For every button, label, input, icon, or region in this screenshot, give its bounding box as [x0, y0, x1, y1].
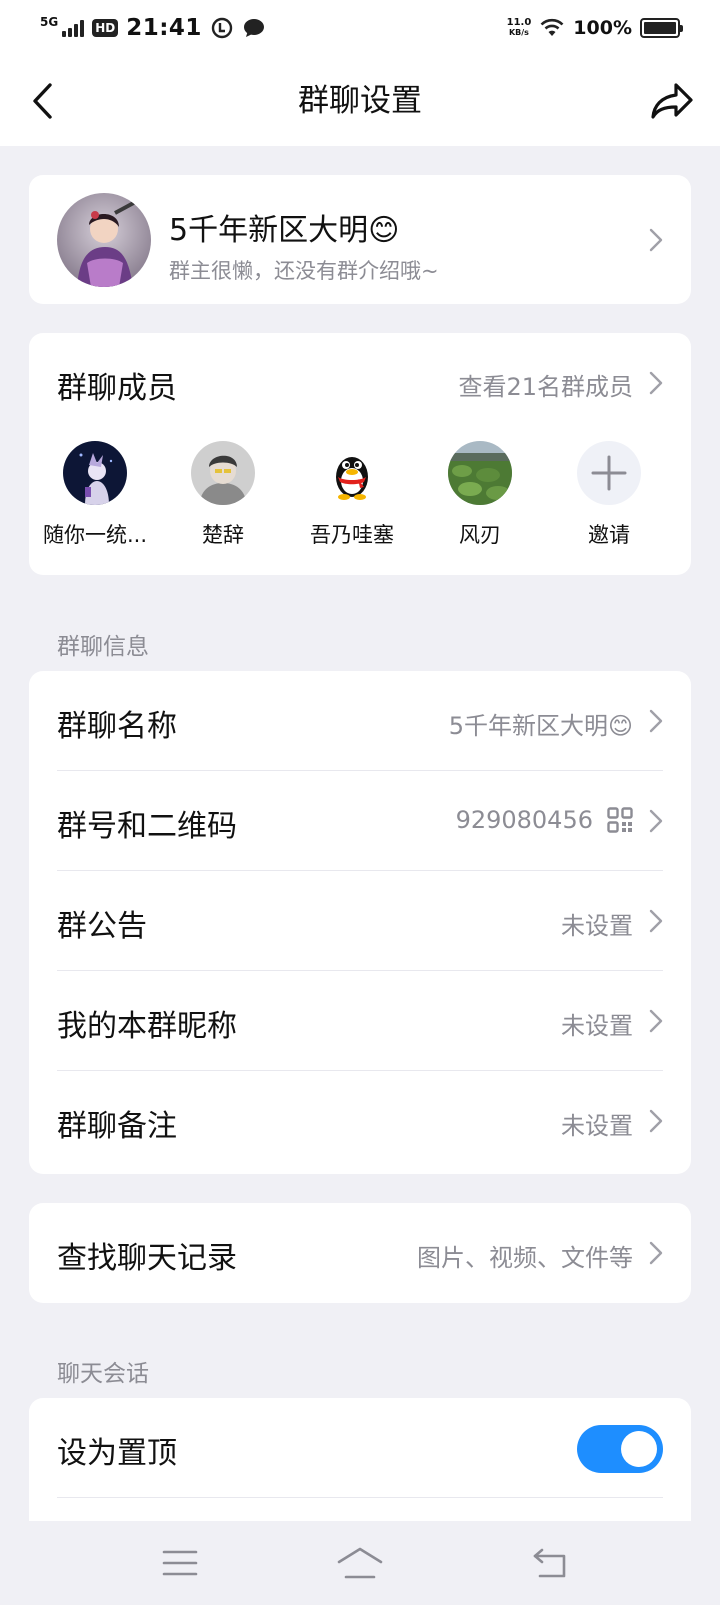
group-avatar-image: [57, 193, 151, 287]
invite-member-button[interactable]: 邀请: [545, 441, 673, 549]
status-right: 11.0 KB/s 100%: [507, 12, 683, 44]
member-avatar-image: [63, 441, 127, 505]
row-value: 图片、视频、文件等: [417, 1244, 633, 1272]
row-value: 未设置: [561, 1112, 633, 1140]
row-label: 群公告: [57, 909, 147, 944]
nav-bar: 群聊设置: [0, 56, 720, 146]
group-name: 5千年新区大明😊: [169, 213, 400, 248]
network-type: 5G: [40, 15, 59, 29]
row-label: 查找聊天记录: [57, 1241, 237, 1276]
menu-button[interactable]: [156, 1539, 204, 1587]
group-avatar: [57, 193, 151, 287]
row-group-name[interactable]: 群聊名称 5千年新区大明😊: [29, 671, 691, 771]
qr-code-icon: [607, 807, 633, 833]
row-announcement[interactable]: 群公告 未设置: [29, 871, 691, 971]
row-label: 我的本群昵称: [57, 1009, 237, 1044]
speed-unit: KB/s: [508, 28, 529, 37]
chevron-right-icon: [649, 909, 663, 933]
group-description: 群主很懒，还没有群介绍哦~: [169, 259, 439, 283]
row-pin-to-top: 设为置顶: [29, 1398, 691, 1498]
member-name: 随你一统...: [42, 523, 148, 547]
speed-value: 11.0: [506, 17, 532, 28]
share-button[interactable]: [646, 76, 698, 126]
row-group-remark[interactable]: 群聊备注 未设置: [29, 1071, 691, 1171]
home-button[interactable]: [336, 1539, 384, 1587]
member-name: 吾乃哇塞: [310, 523, 394, 547]
member-name: 楚辞: [202, 523, 244, 547]
menu-icon: [162, 1550, 198, 1576]
battery-fill: [644, 22, 676, 34]
signal-icon: [62, 19, 85, 37]
chevron-right-icon: [649, 1109, 663, 1133]
plus-icon: [591, 455, 627, 491]
chevron-right-icon: [649, 809, 663, 833]
shield-notification-icon: [211, 17, 233, 39]
row-label: 群聊名称: [57, 709, 177, 744]
member-item[interactable]: 楚辞: [159, 441, 287, 549]
chevron-right-icon: [649, 1009, 663, 1033]
status-left: 5G HD 21:41: [40, 12, 266, 44]
chevron-right-icon: [649, 1241, 663, 1265]
penguin-icon: [336, 457, 368, 500]
member-item[interactable]: 吾乃哇塞: [288, 441, 416, 549]
row-value: 5千年新区大明😊: [448, 712, 633, 740]
invite-circle: [577, 441, 641, 505]
row-my-nickname[interactable]: 我的本群昵称 未设置: [29, 971, 691, 1071]
network-speed: 11.0 KB/s: [507, 18, 532, 38]
battery-icon: [640, 18, 683, 38]
chevron-right-icon[interactable]: [649, 371, 663, 395]
return-icon: [533, 1548, 566, 1578]
member-avatar: [63, 441, 127, 505]
member-item[interactable]: 随你一统...: [31, 441, 159, 549]
group-info-card: 群聊名称 5千年新区大明😊 群号和二维码 929080456 群公告 未设置 我…: [29, 671, 691, 1174]
member-avatar-image: [448, 441, 512, 505]
row-label: 设为置顶: [57, 1436, 177, 1471]
row-label: 群聊备注: [57, 1109, 177, 1144]
battery-percent: 100%: [573, 17, 632, 39]
search-chat-history-row[interactable]: 查找聊天记录 图片、视频、文件等: [29, 1203, 691, 1303]
member-name: 风刃: [459, 523, 501, 547]
row-value: 未设置: [561, 1012, 633, 1040]
hd-icon: HD: [92, 19, 119, 37]
home-icon: [337, 1547, 383, 1579]
row-value: 929080456: [455, 806, 593, 834]
return-button[interactable]: [526, 1539, 574, 1587]
view-all-members-link[interactable]: 查看21名群成员: [458, 367, 633, 402]
clock: 21:41: [126, 15, 202, 41]
section-label-chat-session: 聊天会话: [57, 1361, 149, 1387]
system-nav-bar: [0, 1521, 720, 1605]
status-bar: 5G HD 21:41 11.0 KB/s 100%: [0, 0, 720, 56]
page-title: 群聊设置: [298, 83, 422, 119]
group-profile-card[interactable]: 5千年新区大明😊 群主很懒，还没有群介绍哦~: [29, 175, 691, 304]
toggle-knob: [621, 1431, 657, 1467]
section-label-group-info: 群聊信息: [57, 634, 149, 660]
chevron-right-icon: [649, 228, 663, 252]
share-arrow-icon: [651, 83, 693, 119]
group-settings-screen: 5G HD 21:41 11.0 KB/s 100% 群聊设置 5千年新区大明😊…: [0, 0, 720, 1605]
row-label: 群号和二维码: [57, 809, 237, 844]
invite-label: 邀请: [588, 523, 630, 547]
wifi-icon: [540, 18, 564, 36]
divider: [57, 1497, 663, 1498]
message-notification-icon: [243, 19, 264, 37]
member-avatar: [448, 441, 512, 505]
row-group-number-qr[interactable]: 群号和二维码 929080456: [29, 771, 691, 871]
chevron-right-icon: [649, 709, 663, 733]
member-avatar: [191, 441, 255, 505]
row-value: 未设置: [561, 912, 633, 940]
member-item[interactable]: 风刃: [416, 441, 544, 549]
members-card: 群聊成员 查看21名群成员 随你一统... 楚辞 吾乃哇塞 风刃 邀请: [29, 333, 691, 575]
members-title: 群聊成员: [57, 371, 177, 406]
qq-penguin-avatar: [320, 441, 384, 505]
pin-toggle[interactable]: [577, 1425, 663, 1473]
member-avatar-image: [191, 441, 255, 505]
